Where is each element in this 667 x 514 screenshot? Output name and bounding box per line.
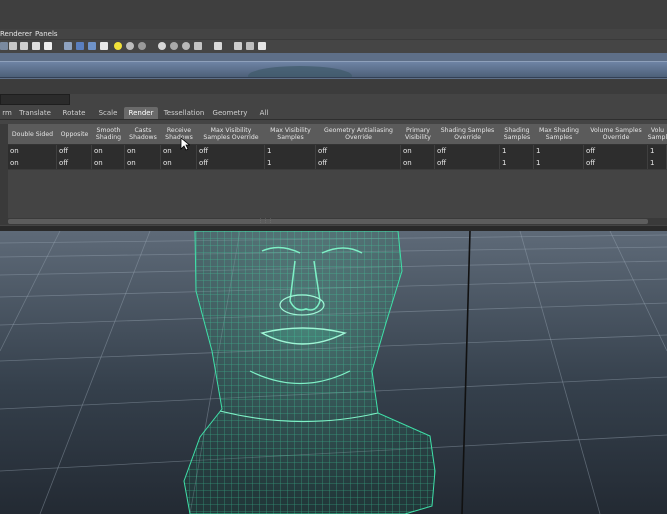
col-header-max-visibility-samples-override[interactable]: Max Visibility Samples Override bbox=[197, 124, 266, 145]
tb-wireframe-icon[interactable] bbox=[64, 42, 72, 50]
table-cell[interactable]: on bbox=[161, 145, 197, 157]
table-empty-area bbox=[8, 170, 667, 218]
table-cell[interactable]: 1 bbox=[534, 157, 584, 169]
table-cell[interactable]: off bbox=[435, 145, 500, 157]
table-cell[interactable]: off bbox=[57, 145, 92, 157]
table-cell[interactable]: on bbox=[161, 157, 197, 169]
tb-motion-blur-icon[interactable] bbox=[194, 42, 202, 50]
window-top-area bbox=[0, 0, 667, 29]
tb-grid-icon[interactable] bbox=[0, 42, 8, 50]
tb-safe-title-icon[interactable] bbox=[44, 42, 52, 50]
table-cell[interactable]: 1 bbox=[265, 145, 316, 157]
menubar: Renderer Panels bbox=[0, 29, 667, 40]
table-cell[interactable]: off bbox=[316, 157, 401, 169]
col-header-primary-visibility[interactable]: Primary Visibility bbox=[401, 124, 436, 145]
scrollbar-thumb[interactable] bbox=[8, 219, 648, 224]
tb-resolution-gate-icon[interactable] bbox=[32, 42, 40, 50]
table-cell[interactable]: on bbox=[401, 157, 435, 169]
tab-transform[interactable]: rm bbox=[0, 107, 14, 119]
panel-separator bbox=[0, 79, 667, 94]
table-cell[interactable]: 1 bbox=[648, 145, 667, 157]
tb-default-light-icon[interactable] bbox=[114, 42, 122, 50]
tb-smooth-shade-icon[interactable] bbox=[76, 42, 84, 50]
table-cell[interactable]: on bbox=[92, 157, 125, 169]
col-header-opposite[interactable]: Opposite bbox=[57, 124, 93, 145]
col-header-max-shading-samples[interactable]: Max Shading Samples bbox=[534, 124, 585, 145]
table-cell[interactable]: 1 bbox=[500, 157, 534, 169]
table-cell[interactable]: on bbox=[125, 145, 161, 157]
tb-xray-icon[interactable] bbox=[158, 42, 166, 50]
tb-hud-icon[interactable] bbox=[246, 42, 254, 50]
table-cell[interactable]: off bbox=[584, 157, 648, 169]
table-cell[interactable]: on bbox=[401, 145, 435, 157]
table-cell[interactable]: 1 bbox=[500, 145, 534, 157]
tab-rotate[interactable]: Rotate bbox=[56, 107, 92, 119]
tb-film-gate-icon[interactable] bbox=[20, 42, 28, 50]
filter-input[interactable] bbox=[0, 94, 70, 105]
tb-sync-icon[interactable] bbox=[258, 42, 266, 50]
table-cell[interactable]: off bbox=[197, 157, 265, 169]
table-cell[interactable]: on bbox=[8, 145, 57, 157]
cursor-arrow-icon bbox=[180, 137, 190, 151]
resize-grip-icon[interactable]: ⋮⋮⋮ bbox=[258, 219, 273, 224]
panel-toolbar bbox=[0, 40, 667, 53]
col-header-double-sided[interactable]: Double Sided bbox=[8, 124, 58, 145]
viewport-scene bbox=[0, 231, 667, 514]
table-cell[interactable]: on bbox=[8, 157, 57, 169]
tb-shaded-wire-icon[interactable] bbox=[88, 42, 96, 50]
tb-camera-icon[interactable] bbox=[9, 42, 17, 50]
axis-line bbox=[461, 231, 471, 514]
tab-geometry[interactable]: Geometry bbox=[208, 107, 252, 119]
tb-resolution-icon[interactable] bbox=[234, 42, 242, 50]
table-cell[interactable]: off bbox=[435, 157, 500, 169]
tb-isolate-icon[interactable] bbox=[214, 42, 222, 50]
tab-render[interactable]: Render bbox=[124, 107, 158, 119]
tab-all[interactable]: All bbox=[252, 107, 276, 119]
tb-xray-joints-icon[interactable] bbox=[170, 42, 178, 50]
col-header-smooth-shading[interactable]: Smooth Shading bbox=[92, 124, 126, 145]
table-cell[interactable]: off bbox=[316, 145, 401, 157]
tab-tessellation[interactable]: Tessellation bbox=[160, 107, 208, 119]
table-cell[interactable]: 1 bbox=[534, 145, 584, 157]
col-header-casts-shadows[interactable]: Casts Shadows bbox=[125, 124, 162, 145]
head-mesh bbox=[183, 231, 436, 514]
menu-panels[interactable]: Panels bbox=[35, 29, 58, 39]
table-cell[interactable]: off bbox=[197, 145, 265, 157]
tb-ao-icon[interactable] bbox=[182, 42, 190, 50]
table-cell[interactable]: on bbox=[92, 145, 125, 157]
col-header-volume-samples-override[interactable]: Volume Samples Override bbox=[584, 124, 649, 145]
tb-shadows-icon[interactable] bbox=[138, 42, 146, 50]
col-header-max-visibility-samples[interactable]: Max Visibility Samples bbox=[265, 124, 317, 145]
mesh-top-glimpse bbox=[248, 66, 352, 77]
perspective-viewport[interactable] bbox=[0, 231, 667, 514]
col-header-shading-samples-override[interactable]: Shading Samples Override bbox=[435, 124, 501, 145]
col-header-shading-samples[interactable]: Shading Samples bbox=[500, 124, 535, 145]
table-cell[interactable]: 1 bbox=[265, 157, 316, 169]
tab-scale[interactable]: Scale bbox=[92, 107, 124, 119]
tab-translate[interactable]: Translate bbox=[14, 107, 56, 119]
table-cell[interactable]: off bbox=[57, 157, 92, 169]
table-cell[interactable]: 1 bbox=[648, 157, 667, 169]
upper-viewport-view[interactable] bbox=[0, 61, 667, 78]
tb-all-lights-icon[interactable] bbox=[126, 42, 134, 50]
table-cell[interactable]: off bbox=[584, 145, 648, 157]
table-cell[interactable]: on bbox=[125, 157, 161, 169]
col-header-geometry-antialiasing-override[interactable]: Geometry Antialiasing Override bbox=[316, 124, 402, 145]
tb-textured-icon[interactable] bbox=[100, 42, 108, 50]
col-header-volume-samples[interactable]: Volu Sampl bbox=[648, 124, 667, 145]
spreadsheet-tabs: rm Translate Rotate Scale Render Tessell… bbox=[0, 107, 667, 120]
menu-renderer[interactable]: Renderer bbox=[0, 29, 32, 39]
